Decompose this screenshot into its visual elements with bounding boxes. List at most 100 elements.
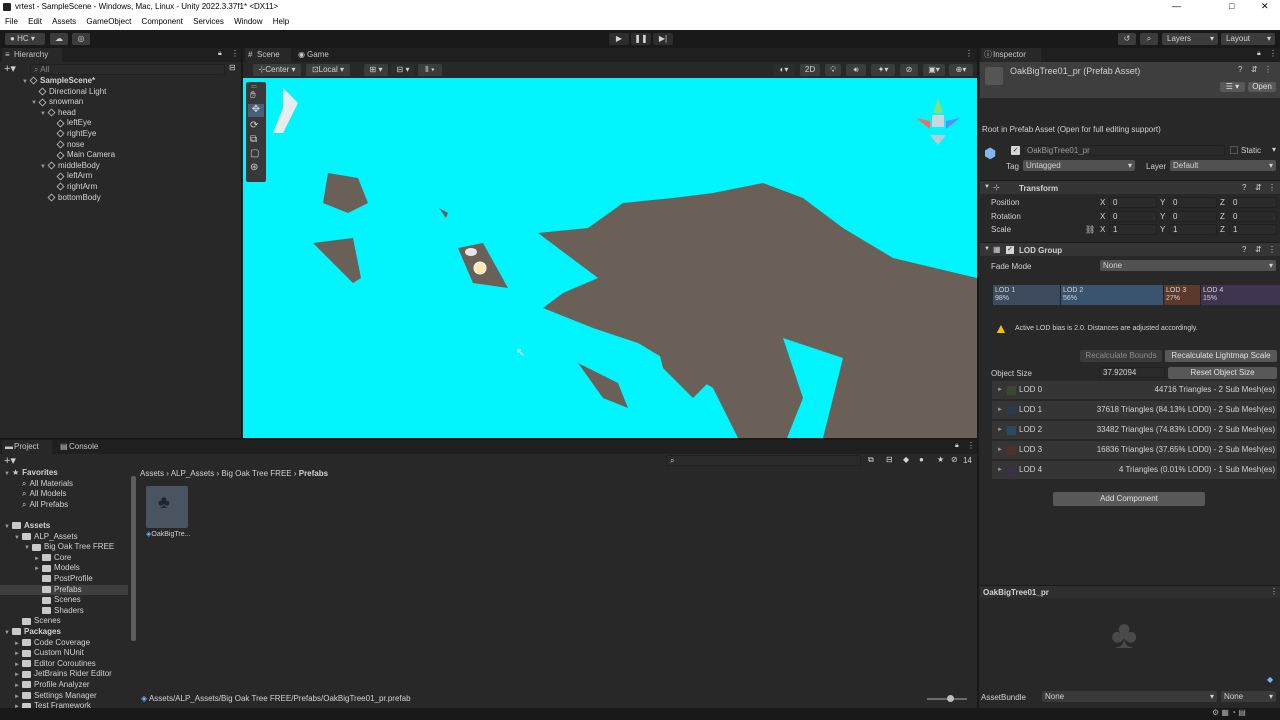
foldout-arrow-icon[interactable]: ► [997,461,1003,479]
project-tree-item[interactable]: PostProfile [0,574,128,584]
2d-toggle[interactable]: 2D [800,64,820,76]
tab-project[interactable]: ▬ Project [2,440,52,454]
project-search-input[interactable]: ⌕ [666,455,861,466]
lod-row[interactable]: ► LOD 4 4 Triangles (0.01% LOD0) - 1 Sub M… [992,461,1277,479]
lod-bar[interactable]: LOD 198%LOD 256%LOD 327%LOD 415%Culle0% [993,285,1280,305]
transform-y-field[interactable]: 0 [1169,197,1217,208]
transform-tool-icon[interactable]: ⊛ [250,162,258,173]
project-tree-item[interactable]: ► Models [0,563,128,574]
help-icon[interactable]: ? [1242,245,1246,254]
project-tree-item[interactable]: ⌕ All Prefabs [0,500,128,510]
preset-icon[interactable]: ⇵ [1255,183,1262,192]
foldout-arrow-icon[interactable]: ► [34,564,42,574]
menu-help[interactable]: Help [273,15,289,29]
layout-dropdown[interactable]: Layout ▾ [1221,33,1275,45]
settings-icon[interactable]: ⇵ [1251,65,1258,74]
lod-row[interactable]: ► LOD 3 16836 Triangles (37.65% LOD0) - 2 … [992,441,1277,459]
project-tree-item[interactable]: ▼ ALP_Assets [0,532,128,543]
project-tree-item[interactable]: ► Core [0,553,128,564]
tab-hierarchy[interactable]: ≡ Hierarchy [2,48,62,62]
active-checkbox[interactable]: ✓ [1011,146,1020,155]
lod-row[interactable]: ► LOD 1 37618 Triangles (84.13% LOD0) - 2 … [992,401,1277,419]
transform-x-field[interactable]: 1 [1109,224,1157,235]
menu-edit[interactable]: Edit [28,15,42,29]
foldout-arrow-icon[interactable]: ▼ [4,628,12,638]
project-tree-item[interactable]: ► Test Framework [0,701,128,708]
lod-group-header[interactable]: ▼ ▦ ✓ LOD Group ? ⇵ ⋮ [980,242,1280,256]
hierarchy-item[interactable]: leftEye [49,118,91,128]
hierarchy-item[interactable]: Directional Light [31,87,106,97]
hierarchy-item[interactable]: ▼ SampleScene* [22,76,95,87]
object-size-field[interactable]: 37.92094 [1099,367,1165,378]
lod-bar-segment[interactable]: LOD 1 98% [993,285,1061,305]
kebab-menu-icon[interactable]: ⋮ [1268,183,1276,192]
camera-dropdown[interactable]: ▣▾ [923,64,945,76]
recalculate-bounds-button[interactable]: Recalculate Bounds [1080,350,1162,362]
foldout-arrow-icon[interactable]: ▼ [24,543,32,553]
hierarchy-item[interactable]: Main Camera [49,150,115,160]
cloud-button[interactable]: ☁ [50,33,68,45]
align-button[interactable]: ⫴ ▾ [418,64,442,76]
reset-object-size-button[interactable]: Reset Object Size [1168,367,1277,379]
menu-services[interactable]: Services [193,15,224,29]
hierarchy-item[interactable]: ▼ middleBody [40,161,100,172]
hierarchy-search-input[interactable]: ⌕ All [30,64,225,75]
hierarchy-item[interactable]: rightArm [49,182,97,192]
transform-y-field[interactable]: 0 [1169,210,1217,222]
create-button[interactable]: +▾ [4,454,16,467]
foldout-arrow-icon[interactable]: ► [997,401,1003,419]
kebab-menu-icon[interactable]: ⋮ [1268,245,1276,254]
object-name-field[interactable]: OakBigTree01_pr [1023,145,1225,156]
project-tree-item[interactable]: ⌕ All Models [0,489,128,499]
hierarchy-item[interactable]: ▼ head [40,108,76,119]
gizmos-dropdown[interactable]: ⊕▾ [949,64,973,76]
filter-icon[interactable]: ⊟ [229,63,236,72]
search-by-label-icon[interactable]: ⊟ [886,455,893,464]
transform-z-field[interactable]: 0 [1229,197,1277,208]
foldout-arrow-icon[interactable]: ► [14,670,22,680]
preview-header[interactable]: OakBigTree01_pr ⋮ [980,585,1280,598]
play-button[interactable]: ▶ [609,33,629,45]
breadcrumb-assets[interactable]: Assets [140,469,164,478]
lod-row[interactable]: ► LOD 0 44716 Triangles - 2 Sub Mesh(es) [992,381,1277,399]
lock-icon[interactable]: 🔒︎ [218,50,222,58]
project-tree-item[interactable]: Shaders [0,606,128,616]
slider-thumb[interactable] [947,695,954,702]
axis-z-label[interactable]: Z [1220,198,1225,208]
hierarchy-item[interactable]: leftArm [49,171,92,181]
project-tree-item[interactable]: ► JetBrains Rider Editor [0,669,128,680]
pause-button[interactable]: ❚❚ [631,33,651,45]
recalculate-lightmap-button[interactable]: Recalculate Lightmap Scale [1165,350,1277,362]
foldout-arrow-icon[interactable]: ► [14,692,22,702]
lod-bar-segment[interactable]: LOD 4 15% [1201,285,1280,305]
space-local-dropdown[interactable]: ⊡Local ▾ [306,64,350,76]
snap-increment-button[interactable]: ⊟ ▾ [391,64,415,76]
move-tool-icon[interactable]: ✥ [248,104,264,117]
draw-mode-button[interactable]: ◐▾ [773,64,795,76]
menu-assets[interactable]: Assets [52,15,76,29]
label-tag-icon[interactable]: ◆ [903,455,909,464]
foldout-arrow-icon[interactable]: ► [14,649,22,659]
effects-dropdown[interactable]: ✦▾ [871,64,895,76]
constrain-proportions-icon[interactable]: ⛓ [1085,225,1095,235]
transform-x-field[interactable]: 0 [1109,197,1157,208]
fade-mode-dropdown[interactable]: None ▾ [1100,260,1276,271]
project-tree-item[interactable]: ▼ Packages [0,627,128,638]
transform-x-field[interactable]: 0 [1109,210,1157,222]
hierarchy-item[interactable]: ▼ snowman [31,97,83,108]
lock-icon[interactable]: 🔒︎ [1257,50,1261,58]
asset-item[interactable]: ♣ ◈OakBigTre... [146,486,190,542]
layer-dropdown[interactable]: Default ▾ [1170,160,1276,171]
history-button[interactable]: ↺ [1118,33,1136,45]
select-dropdown-button[interactable]: ☰ ▾ [1220,82,1245,92]
help-icon[interactable]: ? [1242,183,1246,192]
preview-area[interactable]: ♣ ◆ [980,599,1280,687]
hierarchy-item[interactable]: rightEye [49,129,96,139]
project-tree-item[interactable]: Scenes [0,595,128,605]
hidden-objects-toggle[interactable]: ⊘ [900,64,918,76]
maximize-button[interactable]: □ [1229,1,1234,11]
menu-component[interactable]: Component [142,15,183,29]
add-component-button[interactable]: Add Component [1053,492,1205,506]
breadcrumb-prefabs[interactable]: Prefabs [299,469,328,478]
lod-bar-segment[interactable]: LOD 2 56% [1061,285,1164,305]
